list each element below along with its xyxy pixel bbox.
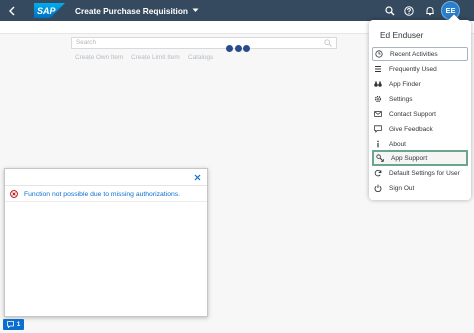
- clock-icon: [375, 50, 383, 58]
- power-icon: [374, 184, 382, 192]
- chevron-left-icon: [9, 6, 15, 15]
- menu-item-frequently-used[interactable]: Frequently Used: [372, 62, 468, 76]
- app-title-menu[interactable]: Create Purchase Requisition: [75, 3, 199, 18]
- info-icon: [374, 140, 382, 148]
- menu-item-default-settings[interactable]: Default Settings for User: [372, 166, 468, 180]
- search-icon: [385, 5, 395, 15]
- error-message-text: Function not possible due to missing aut…: [24, 190, 181, 198]
- menu-item-sign-out[interactable]: Sign Out: [372, 181, 468, 195]
- sap-logo-text: SAP: [37, 6, 57, 16]
- menu-item-settings[interactable]: Settings: [372, 92, 468, 106]
- sap-logo[interactable]: SAP: [34, 3, 65, 18]
- message-popover-icon: [6, 321, 14, 328]
- app-support-icon: [376, 154, 384, 162]
- error-dialog: Function not possible due to missing aut…: [4, 168, 208, 317]
- chevron-down-icon: [192, 8, 199, 13]
- search-placeholder: Search: [76, 39, 96, 46]
- menu-item-app-finder[interactable]: App Finder: [372, 77, 468, 91]
- error-message-row[interactable]: Function not possible due to missing aut…: [5, 187, 207, 202]
- create-own-item-link[interactable]: Create Own Item: [75, 54, 123, 61]
- search-button[interactable]: [382, 3, 398, 18]
- user-actions-menu: Ed Enduser Recent Activities Frequently …: [369, 20, 471, 200]
- refresh-icon: [374, 169, 382, 177]
- back-button[interactable]: [4, 2, 20, 19]
- gear-icon: [374, 95, 382, 103]
- help-icon: [404, 5, 414, 16]
- catalogs-link[interactable]: Catalogs: [188, 54, 213, 61]
- menu-item-about[interactable]: About: [372, 137, 468, 151]
- message-count: 1: [16, 321, 21, 328]
- bell-icon: [426, 6, 434, 15]
- menu-item-contact-support[interactable]: Contact Support: [372, 107, 468, 121]
- busy-indicator: [226, 44, 250, 52]
- notifications-button[interactable]: [422, 3, 438, 18]
- feedback-icon: [374, 125, 382, 133]
- menu-item-app-support[interactable]: App Support: [372, 150, 468, 166]
- menu-item-recent-activities[interactable]: Recent Activities: [372, 47, 468, 61]
- search-input[interactable]: Search: [71, 37, 337, 49]
- search-icon: [324, 39, 332, 47]
- help-button[interactable]: [401, 3, 417, 18]
- binoculars-icon: [374, 80, 382, 88]
- create-limit-item-link[interactable]: Create Limit Item: [131, 54, 180, 61]
- dialog-header: [5, 169, 207, 186]
- list-icon: [374, 65, 382, 73]
- user-name: Ed Enduser: [380, 30, 424, 40]
- shell-header: SAP Create Purchase Requisition EE: [0, 0, 474, 21]
- close-button[interactable]: [193, 173, 202, 182]
- envelope-icon: [374, 110, 382, 118]
- error-icon: [10, 190, 18, 198]
- message-indicator-button[interactable]: 1: [3, 319, 24, 330]
- app-title: Create Purchase Requisition: [75, 5, 188, 16]
- close-icon: [194, 174, 201, 181]
- menu-item-give-feedback[interactable]: Give Feedback: [372, 122, 468, 136]
